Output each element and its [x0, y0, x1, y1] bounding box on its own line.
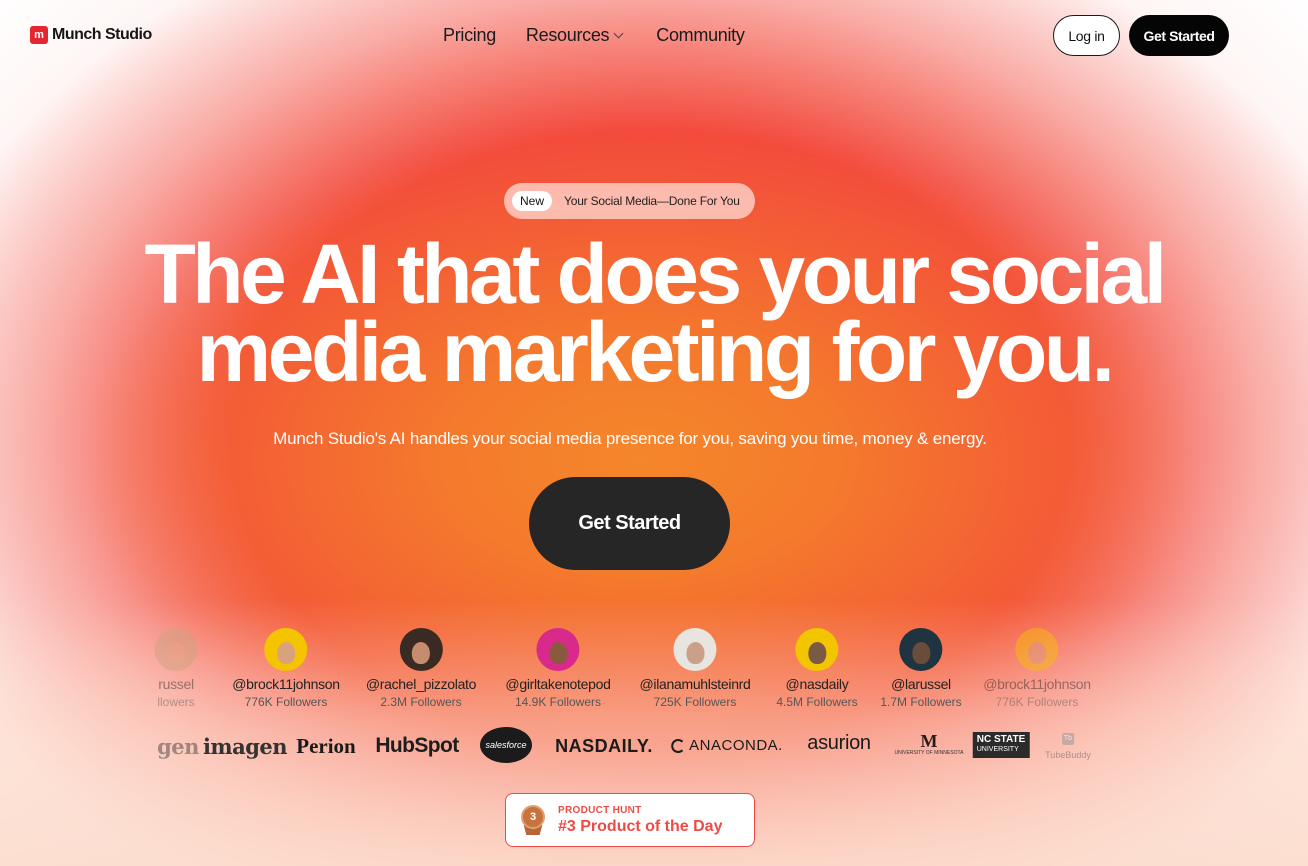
- hero-subtitle: Munch Studio's AI handles your social me…: [273, 429, 987, 448]
- imagen-logo: imagen: [202, 734, 288, 759]
- nav-link-pricing[interactable]: Pricing: [443, 25, 496, 46]
- top-nav: m Munch Studio Pricing Resources Communi…: [0, 0, 1308, 72]
- creator-card[interactable]: russel llowers: [154, 628, 198, 711]
- avatar: [536, 628, 580, 671]
- creator-handle: @nasdaily: [785, 676, 849, 692]
- announcement-text: Your Social Media—Done For You: [564, 194, 740, 208]
- creator-handle: @girltakenotepod: [505, 676, 611, 692]
- nav-links: Pricing Resources Community: [443, 25, 745, 46]
- salesforce-logo: salesforce: [480, 727, 532, 763]
- creator-card[interactable]: @brock11johnson 776K Followers: [983, 628, 1091, 711]
- creator-followers: 1.7M Followers: [880, 695, 962, 709]
- brand-logo[interactable]: m Munch Studio: [30, 26, 152, 44]
- creator-carousel: russel llowers @brock11johnson 776K Foll…: [0, 628, 1308, 712]
- avatar: [399, 628, 443, 671]
- hubspot-logo: HubSpot: [375, 734, 459, 757]
- nav-link-community[interactable]: Community: [656, 25, 745, 46]
- umn-mark: M: [920, 731, 938, 751]
- creator-handle: @larussel: [891, 676, 951, 692]
- anaconda-logo: ANACONDA.: [671, 737, 783, 754]
- avatar: [264, 628, 308, 671]
- login-button[interactable]: Log in: [1053, 15, 1120, 56]
- nasdaily-logo: NASDAILY.: [555, 736, 653, 756]
- medal-icon: 3: [520, 805, 546, 835]
- creator-followers: llowers: [157, 695, 195, 709]
- creator-card[interactable]: @rachel_pizzolato 2.3M Followers: [366, 628, 476, 711]
- perion-logo: Perion: [296, 734, 356, 758]
- creator-handle: russel: [158, 676, 194, 692]
- creator-card[interactable]: @ilanamuhlsteinrd 725K Followers: [639, 628, 751, 711]
- creator-followers: 776K Followers: [995, 695, 1079, 709]
- ncstate-logo: NC STATE UNIVERSITY: [972, 732, 1030, 758]
- avatar: [795, 628, 839, 671]
- creator-handle: @ilanamuhlsteinrd: [639, 676, 751, 692]
- creator-handle: @rachel_pizzolato: [365, 676, 477, 692]
- avatar: [1015, 628, 1059, 671]
- creator-card[interactable]: @girltakenotepod 14.9K Followers: [505, 628, 611, 711]
- anaconda-ring-icon: [671, 738, 686, 753]
- ncstate-line-1: NC STATE: [976, 734, 1026, 745]
- anaconda-logo-text: ANACONDA.: [689, 737, 783, 754]
- creator-handle: @brock11johnson: [232, 676, 340, 692]
- brand-name: Munch Studio: [52, 26, 152, 43]
- headline-line-1: The AI that does your social: [144, 227, 1167, 321]
- nav-link-resources-label: Resources: [525, 25, 610, 45]
- product-hunt-badge[interactable]: 3 PRODUCT HUNT #3 Product of the Day: [505, 793, 755, 847]
- avatar: [673, 628, 717, 671]
- creator-card[interactable]: @larussel 1.7M Followers: [880, 628, 962, 711]
- avatar: [154, 628, 198, 671]
- hero-headline: The AI that does your social media marke…: [0, 227, 1308, 399]
- tubebuddy-text: TubeBuddy: [1045, 750, 1091, 760]
- creator-handle: @brock11johnson: [983, 676, 1091, 692]
- umn-logo: M UNIVERSITY OF MINNESOTA: [895, 732, 964, 756]
- umn-text: UNIVERSITY OF MINNESOTA: [894, 750, 964, 756]
- tubebuddy-logo: Tb TubeBuddy: [1045, 733, 1091, 763]
- nav-link-resources[interactable]: Resources: [525, 25, 624, 46]
- ncstate-line-2: UNIVERSITY: [976, 746, 1019, 753]
- customer-logos: gen imagen Perion HubSpot salesforce NAS…: [0, 727, 1308, 764]
- munch-logo-icon: m: [30, 26, 48, 44]
- announcement-badge[interactable]: New Your Social Media—Done For You: [504, 183, 755, 219]
- asurion-logo: asurion: [807, 732, 871, 754]
- creator-card[interactable]: @nasdaily 4.5M Followers: [776, 628, 858, 711]
- medal-rank: 3: [521, 805, 545, 829]
- headline-line-2: media marketing for you.: [196, 305, 1115, 399]
- imagen-logo-partial: gen: [157, 734, 199, 759]
- new-tag: New: [512, 191, 553, 211]
- nav-get-started-button[interactable]: Get Started: [1129, 15, 1229, 56]
- product-hunt-text: PRODUCT HUNT #3 Product of the Day: [558, 805, 722, 836]
- hero-get-started-button[interactable]: Get Started: [529, 477, 730, 570]
- creator-followers: 14.9K Followers: [514, 695, 602, 709]
- creator-followers: 725K Followers: [653, 695, 737, 709]
- creator-followers: 776K Followers: [244, 695, 328, 709]
- product-hunt-label: PRODUCT HUNT: [558, 804, 642, 816]
- creator-followers: 2.3M Followers: [380, 695, 462, 709]
- product-hunt-title: #3 Product of the Day: [558, 817, 723, 835]
- creator-followers: 4.5M Followers: [776, 695, 858, 709]
- creator-card[interactable]: @brock11johnson 776K Followers: [232, 628, 340, 711]
- avatar: [899, 628, 943, 671]
- chevron-down-icon: [613, 28, 624, 39]
- tubebuddy-icon: Tb: [1061, 733, 1074, 745]
